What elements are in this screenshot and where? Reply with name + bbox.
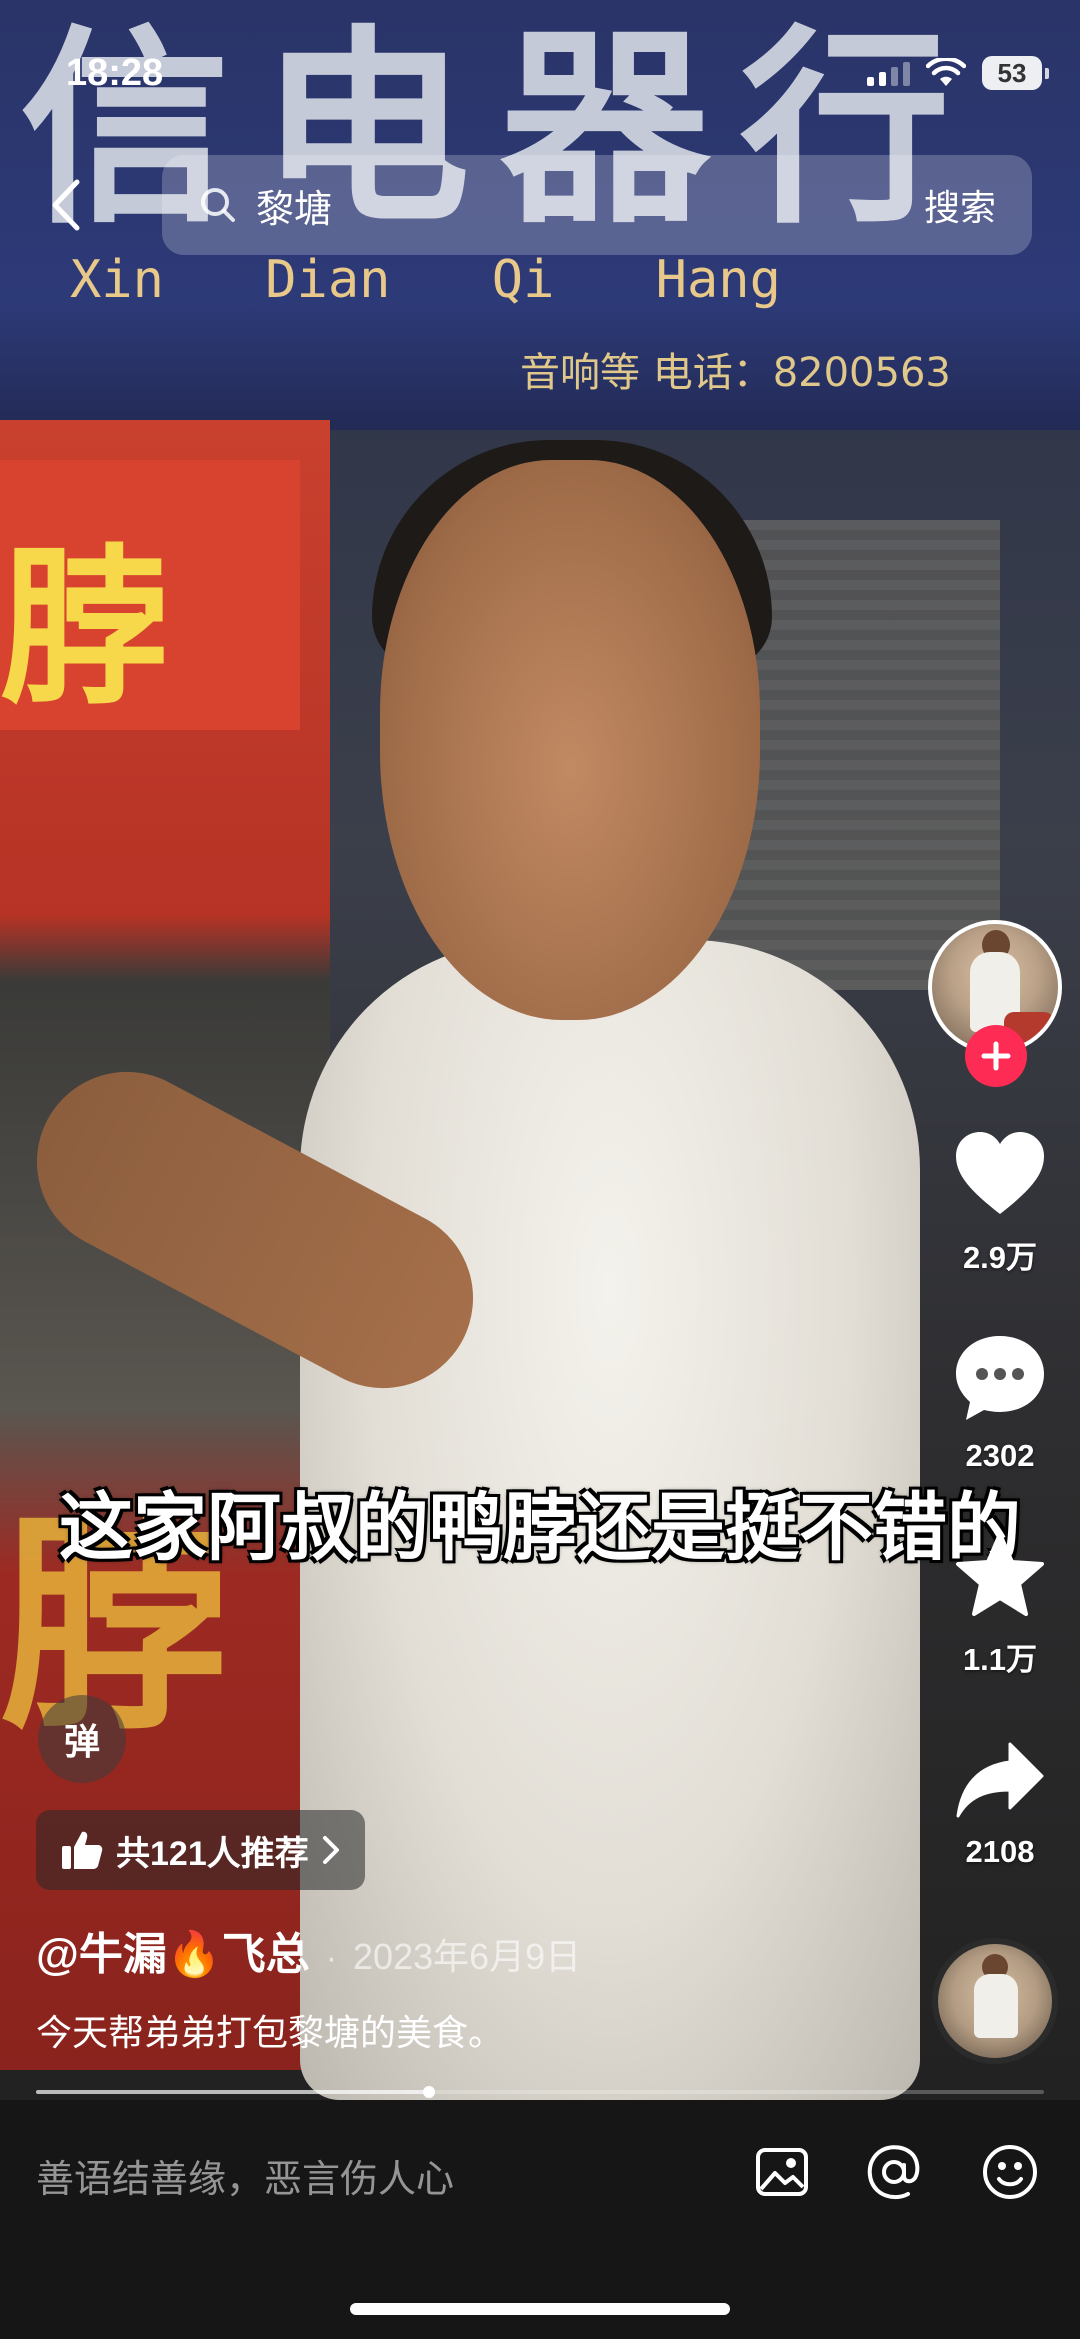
chevron-left-icon	[52, 179, 80, 231]
plus-icon	[981, 1041, 1011, 1071]
star-icon	[956, 1532, 1044, 1616]
author-separator: ·	[325, 1939, 338, 1977]
action-rail: 2.9万 2302 1.1万 2108	[920, 0, 1080, 2100]
video-subtitle: 这家阿叔的鸭脖还是挺不错的	[59, 1486, 1021, 1569]
comment-count: 2302	[965, 1438, 1035, 1473]
follow-button[interactable]	[965, 1025, 1027, 1087]
chevron-right-icon	[322, 1836, 339, 1864]
post-date: 2023年6月9日	[353, 1936, 582, 1977]
image-icon	[756, 2148, 808, 2196]
danmaku-toggle-button[interactable]: 弹	[38, 1695, 126, 1783]
status-bar: 18:28 53	[0, 0, 1080, 150]
like-count: 2.9万	[962, 1240, 1038, 1275]
thumbs-up-icon	[62, 1831, 103, 1869]
author-line: @牛漏🔥飞总 · 2023年6月9日	[36, 1918, 581, 1982]
share-arrow-icon	[956, 1742, 1044, 1818]
favorite-button[interactable]: 1.1万	[920, 1530, 1080, 1679]
search-input[interactable]: 黎塘	[256, 178, 924, 233]
playback-progress-knob[interactable]	[423, 2086, 436, 2098]
playback-progress-bar[interactable]	[36, 2086, 1044, 2098]
emoji-button[interactable]	[978, 2140, 1042, 2204]
share-count: 2108	[965, 1834, 1035, 1869]
share-button[interactable]: 2108	[920, 1740, 1080, 1870]
like-button[interactable]: 2.9万	[920, 1130, 1080, 1277]
search-icon	[198, 185, 238, 225]
cellular-signal-icon	[867, 60, 910, 86]
heart-icon	[956, 1132, 1044, 1214]
playback-progress-fill	[36, 2090, 430, 2094]
comment-bubble-icon	[956, 1336, 1044, 1420]
home-indicator	[350, 2303, 730, 2315]
person-head	[380, 460, 760, 1020]
shop-sign-pinyin: Xin Dian Qi Hang	[70, 250, 781, 310]
favorite-count: 1.1万	[962, 1642, 1038, 1677]
comment-button[interactable]: 2302	[920, 1332, 1080, 1474]
shop-sign-phone: 音响等 电话：8200563	[520, 350, 951, 396]
emoji-icon	[983, 2145, 1037, 2199]
status-time: 18:28	[66, 52, 164, 94]
stall-sign-character: 脖	[0, 530, 171, 728]
recommend-pill[interactable]: 共121人推荐	[36, 1810, 365, 1890]
author-name[interactable]: @牛漏🔥飞总	[36, 1918, 310, 1982]
video-frame[interactable]: 信电器行 Xin Dian Qi Hang 音响等 电话：8200563 脖 脖	[0, 0, 1080, 2100]
post-caption: 今天帮弟弟打包黎塘的美食。	[36, 2012, 505, 2053]
comment-input[interactable]: 善语结善缘，恶言伤人心	[36, 2148, 454, 2203]
search-bar[interactable]: 黎塘 搜索	[162, 155, 1032, 255]
recommend-text: 共121人推荐	[116, 1834, 309, 1873]
at-icon	[867, 2145, 920, 2200]
back-button[interactable]	[36, 160, 96, 250]
music-disc[interactable]	[932, 1938, 1058, 2064]
mention-button[interactable]	[862, 2140, 926, 2204]
image-picker-button[interactable]	[750, 2140, 814, 2204]
